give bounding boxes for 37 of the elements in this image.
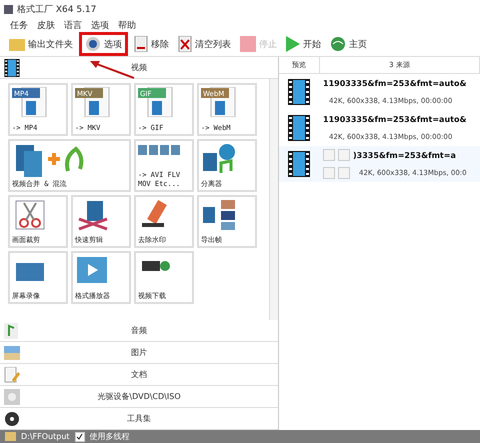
file-name: )3335&fm=253&fmt=a	[353, 150, 456, 160]
toolbar-button[interactable]: 主页	[327, 33, 370, 55]
toolbar-button[interactable]: 开始	[283, 33, 324, 55]
checkbox[interactable]	[74, 432, 85, 442]
film-reel-music-icon	[201, 143, 237, 175]
app-icon	[4, 4, 13, 14]
stop-icon	[240, 36, 256, 52]
category-header[interactable]: 音频	[0, 320, 278, 342]
film-icon	[288, 79, 310, 105]
category-header[interactable]: 文档	[0, 364, 278, 386]
document-pencil-icon	[4, 366, 20, 382]
toolbar-button[interactable]: 清空列表	[175, 33, 234, 55]
document-x-icon	[178, 36, 192, 52]
output-path: D:\FFOutput	[21, 432, 70, 441]
file-name: 11903335&fm=253&fmt=auto&	[323, 114, 466, 124]
file-name: 11903335&fm=253&fmt=auto&	[323, 78, 466, 88]
menu-item[interactable]: 帮助	[118, 18, 136, 32]
menu-item[interactable]: 皮肤	[37, 18, 55, 32]
film-frames-icon	[201, 199, 237, 231]
menu-item[interactable]: 任务	[10, 18, 28, 32]
menu-item[interactable]: 选项	[91, 18, 109, 32]
toolbar-button[interactable]: 移除	[131, 33, 172, 55]
film-icon	[4, 58, 20, 76]
toolbar-button[interactable]: 输出文件夹	[6, 33, 76, 55]
category-header[interactable]: 视频	[0, 57, 278, 79]
checkbox-label: 使用多线程	[90, 431, 130, 442]
landscape-icon	[4, 346, 20, 360]
play-icon	[286, 36, 300, 52]
menu-item[interactable]: 语言	[64, 18, 82, 32]
category-header[interactable]: 光驱设备\DVD\CD\ISO	[0, 386, 278, 408]
scrollbar[interactable]	[269, 79, 278, 320]
disc-drive-icon	[4, 388, 20, 404]
window-title: 格式工厂 X64 5.17	[17, 4, 96, 16]
document-minus-icon	[134, 36, 148, 52]
film-icon	[288, 151, 310, 177]
film-icon	[288, 115, 310, 141]
format-icons-icon	[138, 143, 182, 157]
